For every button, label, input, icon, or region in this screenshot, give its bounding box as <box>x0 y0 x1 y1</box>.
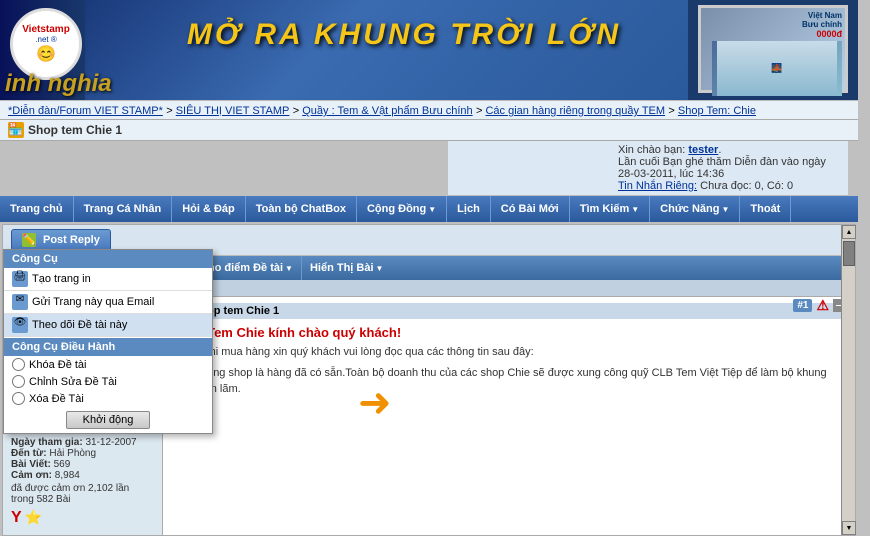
stat-camon-detail: đã được cảm ơn 2,102 lần trong 582 Bài <box>11 483 154 505</box>
breadcrumb-link-forum[interactable]: *Diễn đàn/Forum VIET STAMP* <box>8 105 163 117</box>
radio-option-lock: Khóa Đề tài <box>4 356 212 373</box>
stat-from: Đến từ: Hải Phòng <box>11 448 154 459</box>
nav-tim-kiem[interactable]: Tìm Kiếm ▼ <box>570 196 650 222</box>
radio-delete[interactable] <box>12 392 25 405</box>
nav-trang-chu[interactable]: Trang chủ <box>0 196 74 222</box>
y-badge: Y <box>11 509 22 527</box>
nav-thoat[interactable]: Thoát <box>740 196 791 222</box>
radio-option-delete: Xóa Đề Tài <box>4 390 212 407</box>
breadcrumb-link-quay[interactable]: Quầy : Tem & Vật phẩm Bưu chính <box>302 105 472 117</box>
breadcrumb-link-sieu-thi[interactable]: SIÊU THỊ VIET STAMP <box>176 105 290 117</box>
breadcrumb-link-gian-hang[interactable]: Các gian hàng riêng trong quầy TEM <box>485 105 665 117</box>
stat-join: Ngày tham gia: 31-12-2007 <box>11 437 154 448</box>
launch-button[interactable]: Khởi động <box>66 411 151 429</box>
post-p1: Trước khi mua hàng xin quý khách vui lòn… <box>171 344 847 361</box>
dropdown-item-follow[interactable]: 👁 Theo dõi Đề tài này <box>4 314 212 337</box>
post-title-bar: 📌 Shop tem Chie 1 <box>171 303 847 319</box>
star-badge: ⭐ <box>25 509 42 527</box>
user-stats: Ngày tham gia: 31-12-2007 Đến từ: Hải Ph… <box>11 437 154 527</box>
thread-col-display[interactable]: Hiển Thị Bài ▼ <box>302 256 391 280</box>
breadcrumb-link-shop-tem[interactable]: Shop Tem: Chie <box>678 105 756 117</box>
dropdown-section2-header: Công Cụ Điều Hành <box>4 338 212 356</box>
post-content: Shop Tem Chie kính chào quý khách! Trước… <box>171 325 847 398</box>
shop-icon: 🏪 <box>8 122 24 138</box>
logo-subtext: .net ® <box>35 35 56 44</box>
post-num-badge: #1 <box>793 299 812 312</box>
nav-chuc-nang[interactable]: Chức Năng ▼ <box>650 196 740 222</box>
stat-camon: Cảm ơn: 8,984 <box>11 470 154 481</box>
post-reply-button[interactable]: ✏️ Post Reply <box>11 229 111 251</box>
logo-text: Vietstamp <box>22 24 70 35</box>
nav-hoi-dap[interactable]: Hỏi & Đáp <box>172 196 246 222</box>
user-badges: Y ⭐ <box>11 509 154 527</box>
post-p2: Hàng trong shop là hàng đã có sẵn.Toàn b… <box>171 365 847 398</box>
breadcrumb: *Diễn đàn/Forum VIET STAMP* > SIÊU THỊ V… <box>0 100 858 120</box>
email-icon: ✉ <box>12 294 28 310</box>
follow-icon: 👁 <box>12 317 28 333</box>
scrollbar-thumb[interactable] <box>843 241 855 266</box>
post-heading: Shop Tem Chie kính chào quý khách! <box>171 325 847 340</box>
scrollbar: ▲ ▼ <box>841 225 855 535</box>
greet-bar: Xin chào bạn: tester. Lần cuối Bạn ghé t… <box>448 141 848 196</box>
site-subtitle: inh nghia <box>0 70 112 98</box>
dropdown-section1-header: Công Cụ <box>4 250 212 268</box>
stamp-decoration: Việt NamBưu chính 0000đ 🌉 <box>698 5 848 93</box>
inbox-link[interactable]: Tin Nhắn Riêng: <box>618 180 697 192</box>
post-reply-icon: ✏️ <box>22 233 36 247</box>
inbox-value: Chưa đọc: 0, Có: 0 <box>700 180 793 192</box>
shop-title-row: 🏪 Shop tem Chie 1 <box>0 120 858 141</box>
shop-title: Shop tem Chie 1 <box>28 123 122 137</box>
scrollbar-up[interactable]: ▲ <box>842 225 856 239</box>
radio-edit-label: Chỉnh Sửa Đề Tài <box>29 376 117 388</box>
print-icon: 🖨 <box>12 271 28 287</box>
radio-lock[interactable] <box>12 358 25 371</box>
dropdown-item-print[interactable]: 🖨 Tạo trang in <box>4 268 212 291</box>
nav-trang-ca-nhan[interactable]: Trang Cá Nhân <box>74 196 173 222</box>
nav-chatbox[interactable]: Toàn bộ ChatBox <box>246 196 357 222</box>
navbar: Trang chủ Trang Cá Nhân Hỏi & Đáp Toàn b… <box>0 196 858 222</box>
warn-icon: ⚠ <box>816 297 829 314</box>
nav-cong-dong[interactable]: Cộng Đồng ▼ <box>357 196 447 222</box>
greet-text: Xin chào bạn: <box>618 144 685 156</box>
nav-co-bai-moi[interactable]: Có Bài Mới <box>491 196 570 222</box>
radio-lock-label: Khóa Đề tài <box>29 359 86 371</box>
radio-delete-label: Xóa Đề Tài <box>29 393 84 405</box>
page-wrapper: Vietstamp .net ® 😊 MỞ RA KHUNG TRỜI LỚN … <box>0 0 858 536</box>
post-content-area: #1 ⚠ — 📌 Shop tem Chie 1 Shop Tem Chie k… <box>163 297 855 535</box>
theo-label: Theo dõi Đề tài này <box>32 319 127 331</box>
site-tagline: MỞ RA KHUNG TRỜI LỚN <box>187 18 621 51</box>
radio-edit[interactable] <box>12 375 25 388</box>
site-header: Vietstamp .net ® 😊 MỞ RA KHUNG TRỜI LỚN … <box>0 0 858 100</box>
nav-lich[interactable]: Lịch <box>447 196 491 222</box>
launch-btn-area: Khởi động <box>4 407 212 433</box>
scrollbar-down[interactable]: ▼ <box>842 521 856 535</box>
greet-username[interactable]: tester <box>688 144 718 156</box>
main-content: ✏️ Post Reply Công Cụ ▼ Tìm Trong Đề Tài… <box>2 224 856 536</box>
stat-posts: Bài Viết: 569 <box>11 459 154 470</box>
dropdown-item-email[interactable]: ✉ Gửi Trang này qua Email <box>4 291 212 314</box>
last-visit-text: Lần cuối Bạn ghé thăm Diễn đàn vào ngày … <box>618 156 826 180</box>
header-title-area: MỞ RA KHUNG TRỜI LỚN <box>160 18 648 52</box>
dropdown-menu: Công Cụ 🖨 Tạo trang in ✉ Gửi Trang này q… <box>3 249 213 434</box>
smiley-icon: 😊 <box>36 44 56 64</box>
radio-option-edit: Chỉnh Sửa Đề Tài <box>4 373 212 390</box>
